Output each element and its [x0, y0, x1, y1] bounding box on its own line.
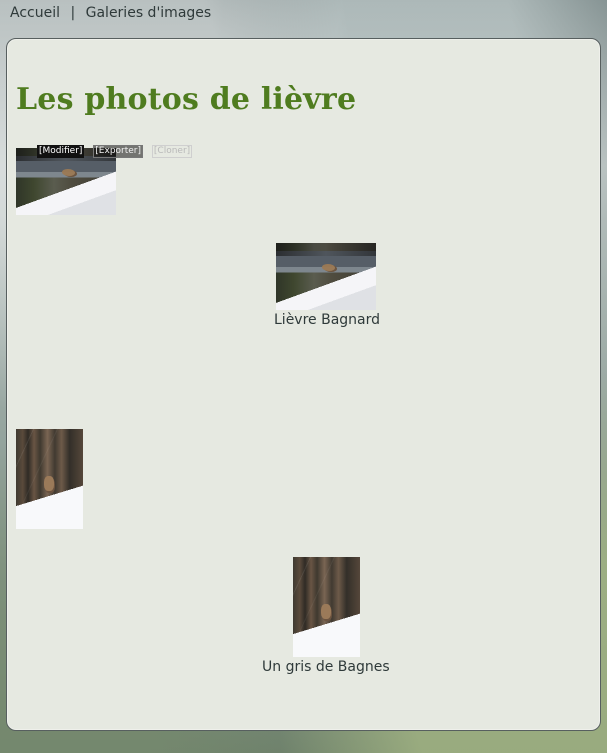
breadcrumb-gallery-link[interactable]: Galeries d'images [86, 5, 212, 21]
edit-toolbar: [Modifier] [Exporter] [Cloner] [37, 145, 198, 158]
gris-de-bagnes-caption: Un gris de Bagnes [262, 659, 390, 675]
gris-de-bagnes-photo[interactable] [293, 557, 360, 657]
breadcrumb: Accueil | Galeries d'images [10, 5, 211, 21]
content-panel: Les photos de lièvre [Modifier] [Exporte… [6, 38, 601, 731]
lievre-bagnard-photo[interactable] [276, 243, 376, 310]
hare-landscape-thumbnail[interactable] [16, 148, 116, 215]
lievre-bagnard-caption: Lièvre Bagnard [274, 312, 381, 328]
page-title: Les photos de lièvre [16, 82, 357, 117]
modify-button[interactable]: [Modifier] [37, 145, 85, 158]
breadcrumb-separator: | [70, 5, 76, 21]
breadcrumb-home-link[interactable]: Accueil [10, 5, 60, 21]
export-button[interactable]: [Exporter] [93, 145, 144, 158]
clone-button[interactable]: [Cloner] [151, 145, 193, 158]
hare-portrait-thumbnail[interactable] [16, 429, 83, 529]
